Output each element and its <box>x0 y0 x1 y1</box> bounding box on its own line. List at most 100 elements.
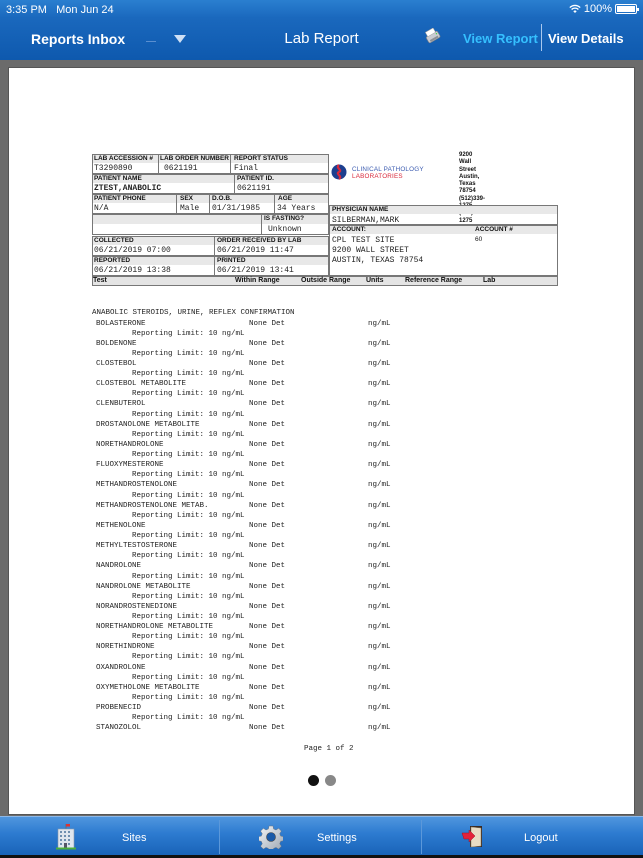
result-reporting-limit: Reporting Limit: 10 ng/mL <box>132 451 245 460</box>
account-line3: AUSTIN, TEXAS 78754 <box>332 256 424 265</box>
result-units: ng/mL <box>368 683 391 692</box>
result-reporting-limit: Reporting Limit: 10 ng/mL <box>132 349 245 358</box>
physician-label: PHYSICIAN NAME <box>332 206 389 213</box>
printed-label: PRINTED <box>217 257 246 264</box>
printer-icon[interactable] <box>423 28 441 44</box>
result-units: ng/mL <box>368 562 391 571</box>
result-value: None Det <box>249 521 286 530</box>
page-control[interactable] <box>308 775 336 786</box>
result-reporting-limit: Reporting Limit: 10 ng/mL <box>132 511 245 520</box>
column-outside-range: Outside Range <box>301 277 351 284</box>
tab-settings[interactable]: Settings <box>221 817 421 857</box>
cpl-logo-icon <box>331 164 347 180</box>
result-value: None Det <box>249 724 286 733</box>
result-test-name: OXYMETHOLONE METABOLITE <box>96 683 200 692</box>
view-report-tab[interactable]: View Report <box>463 31 538 46</box>
result-value: None Det <box>249 663 286 672</box>
tab-divider <box>541 24 542 51</box>
result-test-name: METHENOLONE <box>96 521 146 530</box>
fasting-value: Unknown <box>268 225 302 234</box>
result-test-name: NORETHANDROLONE <box>96 440 164 449</box>
battery-icon <box>615 4 639 14</box>
result-reporting-limit: Reporting Limit: 10 ng/mL <box>132 572 245 581</box>
result-value: None Det <box>249 562 286 571</box>
result-value: None Det <box>249 400 286 409</box>
patient-id-value: 0621191 <box>237 184 271 193</box>
result-units: ng/mL <box>368 339 391 348</box>
lab-address-line2: Austin, Texas 78754 <box>459 173 480 195</box>
reported-label: REPORTED <box>94 257 131 264</box>
result-test-name: METHANDROSTENOLONE METAB. <box>96 501 209 510</box>
result-units: ng/mL <box>368 643 391 652</box>
result-value: None Det <box>249 359 286 368</box>
result-test-name: NORETHINDRONE <box>96 643 155 652</box>
result-test-name: CLOSTEBOL METABOLITE <box>96 380 187 389</box>
page-indicator: Page 1 of 2 <box>304 745 354 753</box>
result-test-name: STANOZOLOL <box>96 724 142 733</box>
panel-title: ANABOLIC STEROIDS, URINE, REFLEX CONFIRM… <box>92 309 295 317</box>
battery-percent: 100% <box>583 3 612 15</box>
result-test-name: METHYLTESTOSTERONE <box>96 542 178 551</box>
result-test-name: DROSTANOLONE METABOLITE <box>96 420 200 429</box>
collected-value: 06/21/2019 07:00 <box>94 246 171 255</box>
result-reporting-limit: Reporting Limit: 10 ng/mL <box>132 633 245 642</box>
result-value: None Det <box>249 319 286 328</box>
patient-id-label: PATIENT ID. <box>237 175 274 182</box>
result-reporting-limit: Reporting Limit: 10 ng/mL <box>132 714 245 723</box>
status-time: 3:35 PM Mon Jun 24 <box>6 4 114 16</box>
top-navigation-bar: 3:35 PM Mon Jun 24 100% Reports Inbox La… <box>0 0 643 60</box>
account-line2: 9200 WALL STREET <box>332 246 409 255</box>
report-status-label: REPORT STATUS <box>234 155 288 162</box>
column-test: Test <box>93 277 107 284</box>
result-test-name: CLOSTEBOL <box>96 359 137 368</box>
lab-order-value: 0621191 <box>164 164 198 173</box>
result-value: None Det <box>249 501 286 510</box>
time-text: 3:35 PM <box>6 4 47 16</box>
printed-value: 06/21/2019 13:41 <box>217 266 294 275</box>
lab-order-label: LAB ORDER NUMBER <box>160 155 229 162</box>
result-units: ng/mL <box>368 623 391 632</box>
wifi-icon <box>569 4 581 13</box>
gear-icon <box>259 825 283 849</box>
tab-sites[interactable]: Sites <box>0 817 219 857</box>
received-value: 06/21/2019 11:47 <box>217 246 294 255</box>
dob-label: D.O.B. <box>212 195 232 202</box>
result-units: ng/mL <box>368 542 391 551</box>
tab-logout-label: Logout <box>524 832 558 844</box>
result-units: ng/mL <box>368 420 391 429</box>
result-value: None Det <box>249 602 286 611</box>
result-value: None Det <box>249 683 286 692</box>
bottom-tab-bar: Sites Settings Logout <box>0 816 643 858</box>
view-details-tab[interactable]: View Details <box>548 31 624 46</box>
result-reporting-limit: Reporting Limit: 10 ng/mL <box>132 410 245 419</box>
result-reporting-limit: Reporting Limit: 10 ng/mL <box>132 673 245 682</box>
result-reporting-limit: Reporting Limit: 10 ng/mL <box>132 329 245 338</box>
received-label: ORDER RECEIVED BY LAB <box>217 237 302 244</box>
result-reporting-limit: Reporting Limit: 10 ng/mL <box>132 430 245 439</box>
lab-accession-value: T3290890 <box>94 164 133 173</box>
result-test-name: BOLDENONE <box>96 339 137 348</box>
cell-blank <box>92 214 262 235</box>
result-test-name: NANDROLONE METABOLITE <box>96 582 191 591</box>
result-value: None Det <box>249 420 286 429</box>
lab-address-line1: 9200 Wall Street <box>459 152 477 173</box>
result-value: None Det <box>249 704 286 713</box>
result-test-name: NANDROLONE <box>96 562 142 571</box>
result-test-name: PROBENECID <box>96 704 142 713</box>
result-test-name: NORANDROSTENEDIONE <box>96 602 178 611</box>
result-reporting-limit: Reporting Limit: 10 ng/mL <box>132 370 245 379</box>
result-units: ng/mL <box>368 440 391 449</box>
account-label: ACCOUNT: <box>332 226 366 233</box>
page-dot-active[interactable] <box>308 775 319 786</box>
building-icon <box>56 824 76 850</box>
dob-value: 01/31/1985 <box>212 204 261 213</box>
result-units: ng/mL <box>368 602 391 611</box>
page-dot[interactable] <box>325 775 336 786</box>
tab-logout[interactable]: Logout <box>423 817 643 857</box>
account-number-value: 60 <box>475 236 483 243</box>
result-reporting-limit: Reporting Limit: 10 ng/mL <box>132 612 245 621</box>
result-units: ng/mL <box>368 501 391 510</box>
result-value: None Det <box>249 380 286 389</box>
result-reporting-limit: Reporting Limit: 10 ng/mL <box>132 653 245 662</box>
column-reference-range: Reference Range <box>405 277 463 284</box>
